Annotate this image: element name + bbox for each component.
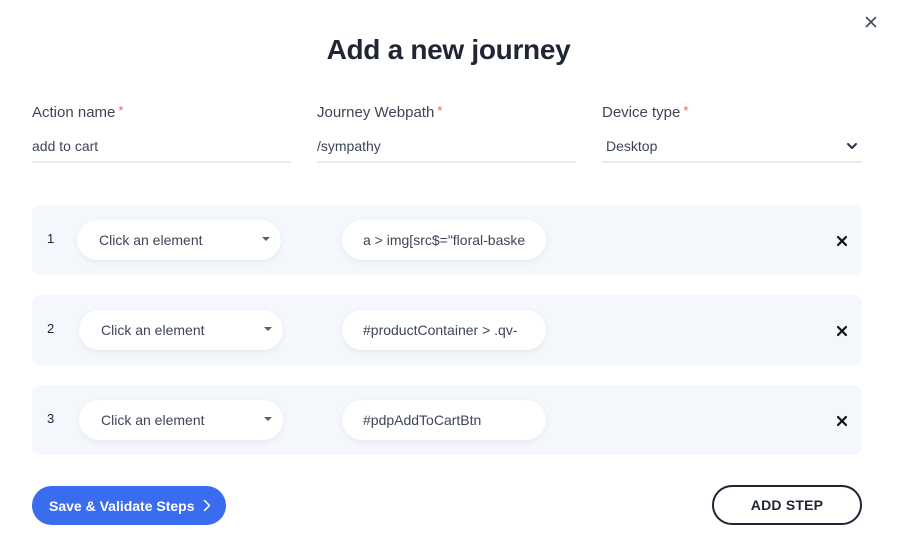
step-row: 1 Click an element a > img[src$="floral-… — [32, 205, 862, 275]
step-selector-input[interactable]: a > img[src$="floral-baske — [342, 220, 546, 260]
step-selector-value: #productContainer > .qv- — [363, 322, 518, 338]
step-row: 3 Click an element #pdpAddToCartBtn — [32, 385, 862, 455]
chevron-right-icon — [203, 499, 211, 512]
step-action-dropdown[interactable]: Click an element — [79, 310, 283, 350]
dialog-title: Add a new journey — [326, 34, 571, 65]
step-action-value: Click an element — [101, 412, 205, 428]
step-number: 3 — [47, 411, 55, 426]
required-mark: * — [118, 103, 124, 118]
step-selector-value: #pdpAddToCartBtn — [363, 412, 482, 428]
chevron-down-icon — [847, 143, 857, 149]
step-selector-input[interactable]: #productContainer > .qv- — [342, 310, 546, 350]
remove-step-icon[interactable] — [836, 325, 848, 337]
step-action-value: Click an element — [99, 232, 203, 248]
add-step-label: ADD STEP — [750, 497, 824, 513]
journey-webpath-field: Journey Webpath * — [317, 103, 576, 163]
step-action-dropdown[interactable]: Click an element — [77, 220, 281, 260]
journey-webpath-label: Journey Webpath — [317, 104, 435, 121]
close-icon — [865, 16, 877, 28]
remove-step-icon[interactable] — [836, 415, 848, 427]
step-row: 2 Click an element #productContainer > .… — [32, 295, 862, 365]
add-step-button[interactable]: ADD STEP — [712, 485, 862, 525]
required-mark: * — [683, 103, 689, 118]
step-action-dropdown[interactable]: Click an element — [79, 400, 283, 440]
action-name-input[interactable] — [32, 138, 291, 154]
step-action-value: Click an element — [101, 322, 205, 338]
close-button[interactable] — [863, 14, 879, 30]
save-validate-label: Save & Validate Steps — [49, 497, 195, 514]
caret-down-icon — [264, 327, 272, 331]
device-type-label: Device type — [602, 104, 681, 121]
step-number: 1 — [47, 231, 55, 246]
action-name-field: Action name * — [32, 103, 291, 163]
caret-down-icon — [262, 237, 270, 241]
save-validate-button[interactable]: Save & Validate Steps — [32, 486, 226, 525]
step-selector-input[interactable]: #pdpAddToCartBtn — [342, 400, 546, 440]
action-name-label: Action name — [32, 104, 116, 121]
device-type-value: Desktop — [606, 138, 658, 154]
step-selector-value: a > img[src$="floral-baske — [363, 232, 526, 248]
caret-down-icon — [264, 417, 272, 421]
device-type-select[interactable]: Desktop — [602, 133, 862, 163]
step-number: 2 — [47, 321, 55, 336]
required-mark: * — [437, 103, 443, 118]
remove-step-icon[interactable] — [836, 235, 848, 247]
device-type-field: Device type * Desktop — [602, 103, 862, 163]
journey-webpath-input[interactable] — [317, 138, 576, 154]
